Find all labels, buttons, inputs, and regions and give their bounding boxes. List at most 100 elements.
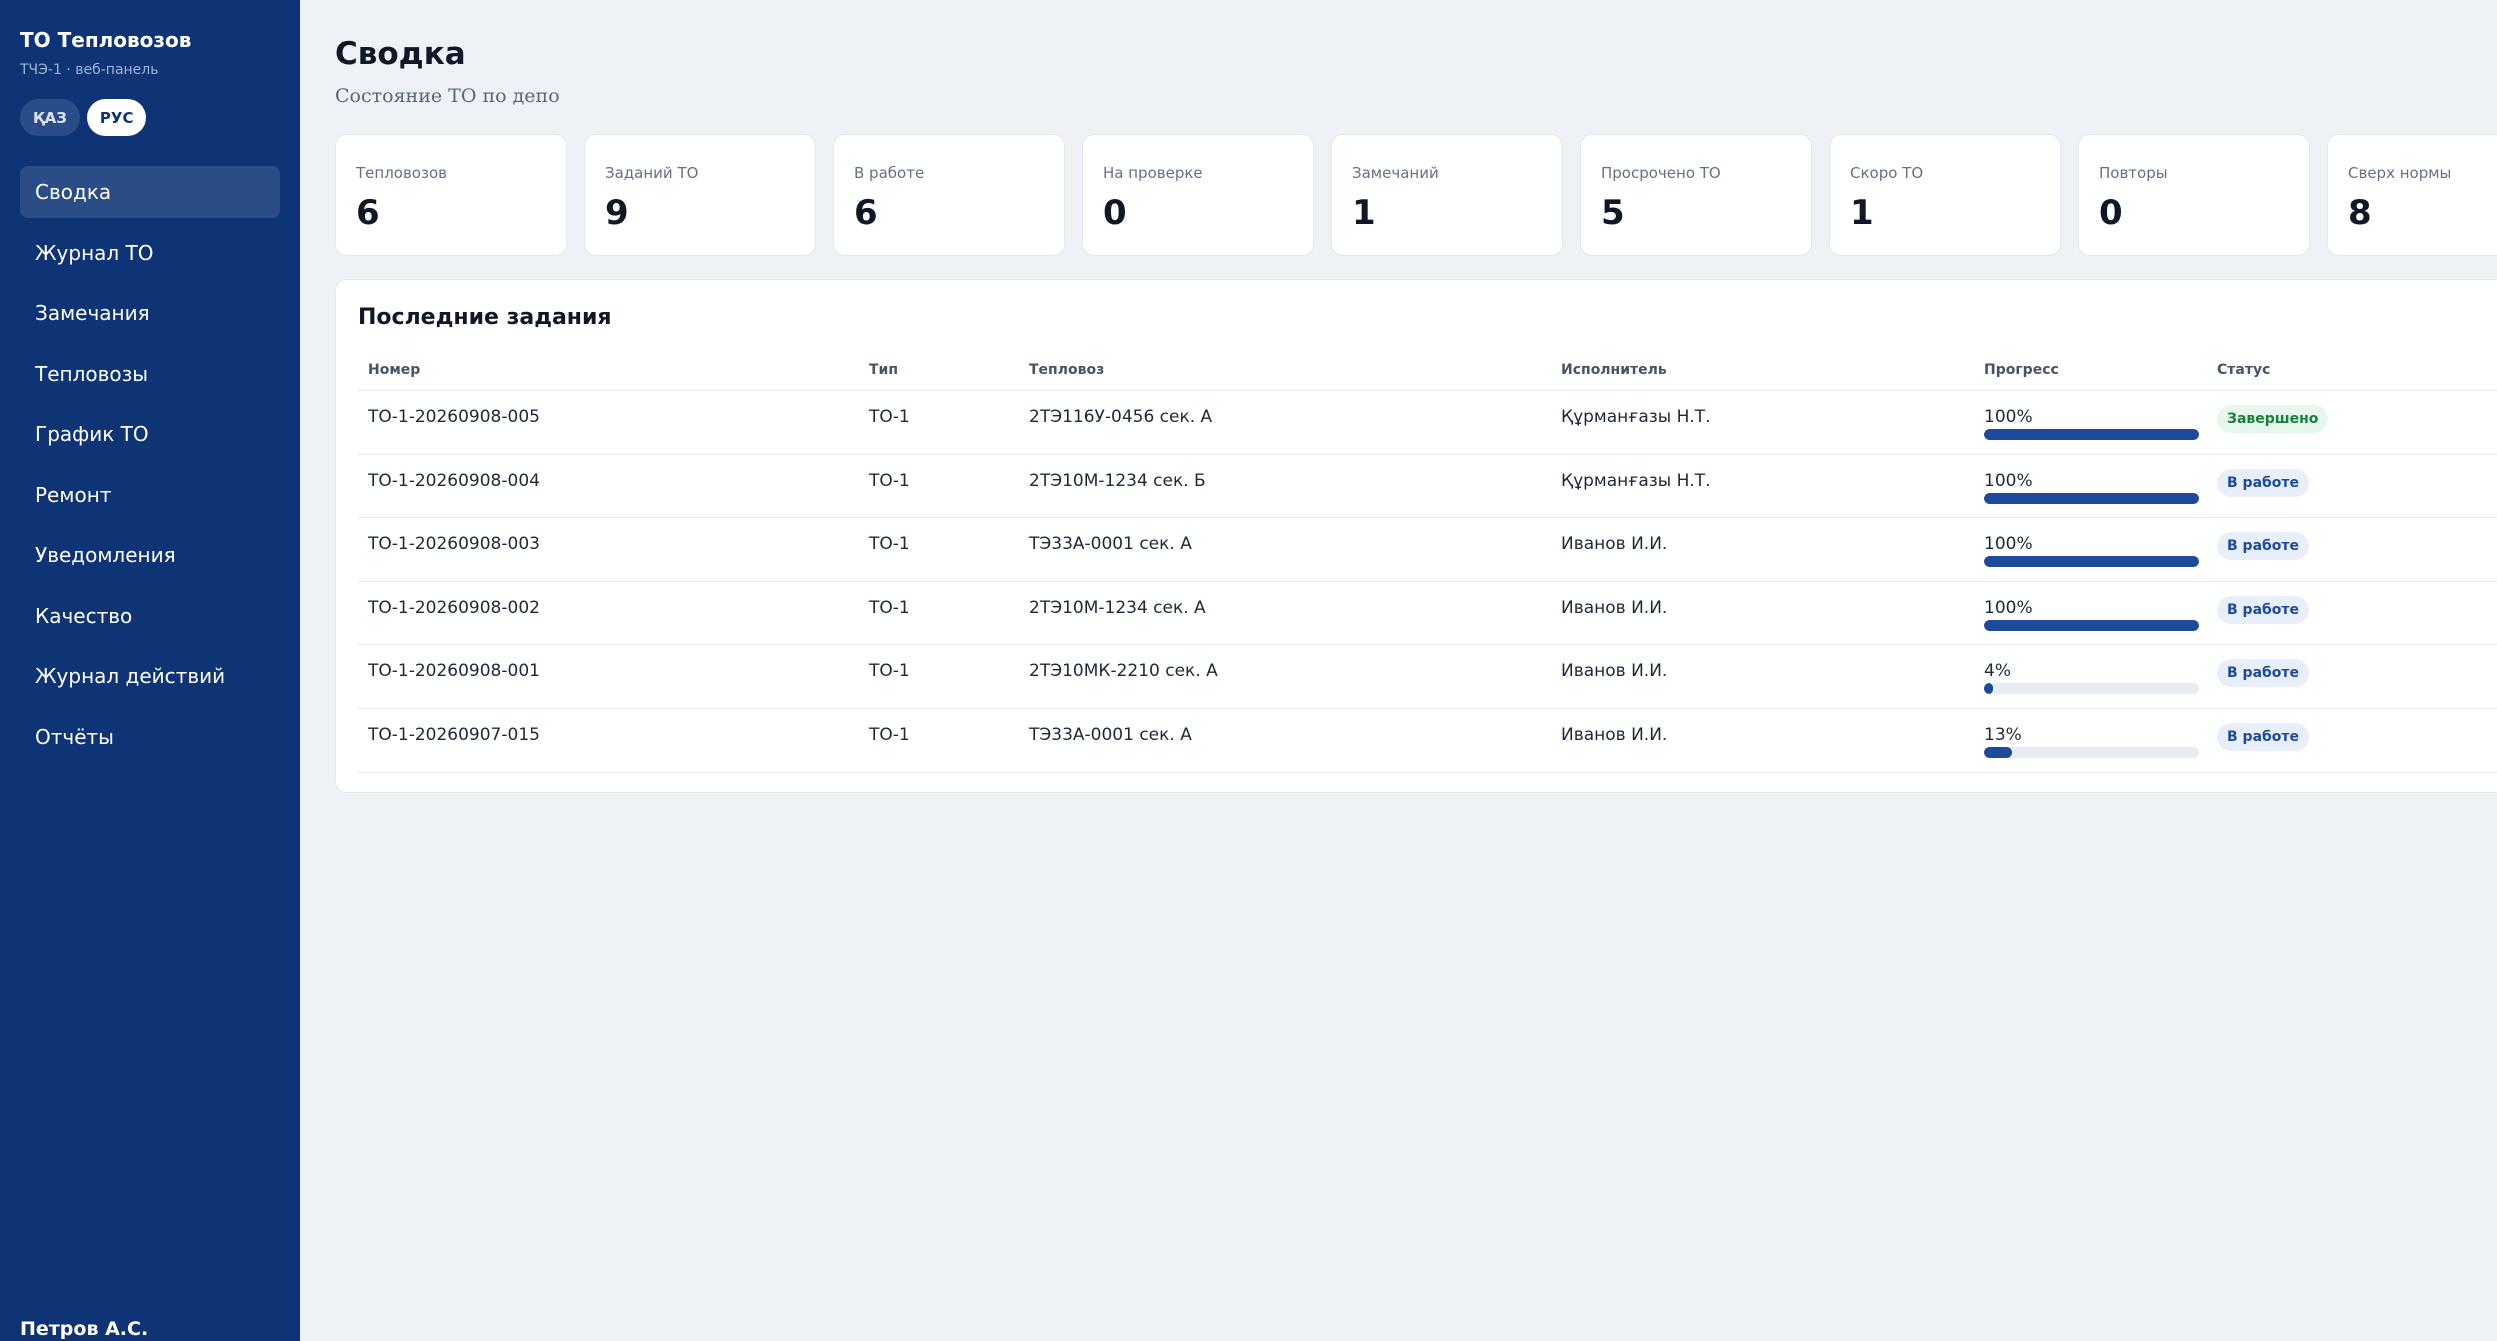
stat-label: Заданий ТО (605, 164, 699, 182)
column-header-executor[interactable]: Исполнитель (1561, 362, 1667, 378)
column-header-number[interactable]: Номер (368, 362, 420, 378)
progress-bar (1984, 683, 2199, 695)
task-type: ТО-1 (869, 407, 910, 427)
progress-bar (1984, 429, 2199, 440)
task-type: ТО-1 (869, 597, 910, 618)
sidebar-item-remarks[interactable]: Замечания (20, 287, 280, 339)
task-number[interactable]: ТО-1-20260908-004 (368, 455, 540, 491)
sidebar-nav: Сводка Журнал ТО Замечания Тепловозы Гра… (20, 166, 280, 771)
stat-card-in-progress: В работе 6 (833, 134, 1065, 256)
table-row[interactable]: ТО-1-20260908-004 ТО-1 2ТЭ10М-1234 сек. … (358, 455, 2497, 519)
stat-label: Просрочено ТО (1601, 164, 1721, 182)
app-subtitle: ТЧЭ-1 · веб-панель (20, 62, 159, 78)
task-locomotive: 2ТЭ10М-1234 сек. А (1029, 597, 1206, 618)
sidebar-item-schedule[interactable]: График ТО (20, 408, 280, 460)
stat-card-soon: Скоро ТО 1 (1829, 134, 2061, 256)
sidebar-item-quality[interactable]: Качество (20, 590, 280, 642)
task-executor: Иванов И.И. (1561, 724, 1668, 745)
recent-tasks-panel: Последние задания Номер Тип Тепловоз Исп… (335, 279, 2497, 793)
column-header-status[interactable]: Статус (2217, 362, 2270, 378)
sidebar-item-notifications[interactable]: Уведомления (20, 529, 280, 581)
progress-fill (1984, 746, 2012, 758)
progress-value: 100% (1984, 534, 2033, 555)
sidebar-item-maintenance-log[interactable]: Журнал ТО (20, 227, 280, 279)
stat-card-locomotives: Тепловозов 6 (335, 134, 567, 256)
progress-value: 100% (1984, 470, 2033, 491)
task-progress: 100% (1984, 518, 2199, 568)
stat-card-repeats: Повторы 0 (2078, 134, 2310, 256)
task-progress: 100% (1984, 455, 2199, 504)
task-locomotive: ТЭ33А-0001 сек. А (1029, 724, 1192, 745)
task-locomotive: 2ТЭ10М-1234 сек. Б (1029, 470, 1206, 491)
stat-value: 9 (605, 193, 629, 233)
table-row[interactable]: ТО-1-20260908-005 ТО-1 2ТЭ116У-0456 сек.… (358, 391, 2497, 455)
progress-bar (1984, 619, 2199, 631)
table-row[interactable]: ТО-1-20260908-002 ТО-1 2ТЭ10М-1234 сек. … (358, 582, 2497, 646)
progress-value: 100% (1984, 407, 2033, 427)
task-type: ТО-1 (869, 661, 910, 682)
page-subtitle: Состояние ТО по депо (335, 85, 560, 107)
sidebar-item-summary[interactable]: Сводка (20, 166, 280, 218)
stat-card-overdue: Просрочено ТО 5 (1580, 134, 1812, 256)
task-status: В работе (2217, 582, 2310, 624)
progress-value: 100% (1984, 597, 2033, 618)
task-executor: Құрманғазы Н.Т. (1561, 470, 1711, 491)
lang-rus-button[interactable]: РУС (86, 99, 147, 136)
table-row[interactable]: ТО-1-20260908-003 ТО-1 ТЭ33А-0001 сек. А… (358, 518, 2497, 582)
stat-value: 5 (1601, 193, 1625, 233)
column-header-type[interactable]: Тип (869, 362, 898, 378)
task-number[interactable]: ТО-1-20260908-003 (368, 518, 540, 554)
stat-label: Скоро ТО (1850, 164, 1924, 182)
stat-card-tasks: Заданий ТО 9 (584, 134, 816, 256)
task-progress: 13% (1984, 709, 2199, 758)
task-status: В работе (2217, 709, 2310, 751)
page-title: Сводка (335, 36, 466, 72)
table-header: Номер Тип Тепловоз Исполнитель Прогресс … (358, 350, 2497, 391)
current-user[interactable]: Петров А.С. (20, 1318, 148, 1340)
stat-value: 6 (854, 193, 878, 233)
progress-value: 4% (1984, 661, 2011, 682)
stat-value: 6 (356, 193, 380, 233)
task-number[interactable]: ТО-1-20260907-015 (368, 709, 540, 745)
column-header-locomotive[interactable]: Тепловоз (1029, 362, 1104, 378)
stat-card-remarks: Замечаний 1 (1331, 134, 1563, 256)
lang-kaz-button[interactable]: ҚАЗ (20, 99, 80, 136)
column-header-progress[interactable]: Прогресс (1984, 362, 2059, 378)
task-type: ТО-1 (869, 534, 910, 555)
sidebar-item-repair[interactable]: Ремонт (20, 469, 280, 521)
stat-label: Повторы (2099, 164, 2168, 182)
status-badge: В работе (2217, 468, 2310, 497)
status-badge: В работе (2217, 659, 2310, 688)
task-executor: Иванов И.И. (1561, 534, 1668, 555)
task-number[interactable]: ТО-1-20260908-002 (368, 582, 540, 618)
task-number[interactable]: ТО-1-20260908-001 (368, 645, 540, 681)
task-type: ТО-1 (869, 470, 910, 491)
sidebar: ТО Тепловозов ТЧЭ-1 · веб-панель ҚАЗ РУС… (0, 0, 300, 1341)
progress-value: 13% (1984, 724, 2022, 745)
task-status: Завершено (2217, 391, 2329, 433)
sidebar-item-locomotives[interactable]: Тепловозы (20, 348, 280, 400)
stat-card-over-norm: Сверх нормы 8 (2327, 134, 2497, 256)
stat-value: 1 (1352, 193, 1376, 233)
task-number[interactable]: ТО-1-20260908-005 (368, 391, 540, 427)
stat-value: 0 (1103, 193, 1127, 233)
table-row[interactable]: ТО-1-20260907-015 ТО-1 ТЭ33А-0001 сек. А… (358, 709, 2497, 773)
language-switch: ҚАЗ РУС (20, 99, 147, 136)
status-badge: В работе (2217, 722, 2310, 751)
task-status: В работе (2217, 518, 2310, 561)
sidebar-item-reports[interactable]: Отчёты (20, 711, 280, 763)
app-title: ТО Тепловозов (20, 28, 192, 52)
stat-card-review: На проверке 0 (1082, 134, 1314, 256)
stat-label: Тепловозов (356, 164, 447, 182)
progress-fill (1984, 492, 2199, 504)
task-type: ТО-1 (869, 724, 910, 745)
task-locomotive: 2ТЭ116У-0456 сек. А (1029, 407, 1213, 427)
table-row[interactable]: ТО-1-20260908-001 ТО-1 2ТЭ10МК-2210 сек.… (358, 645, 2497, 709)
progress-bar (1984, 746, 2199, 758)
progress-fill (1984, 556, 2199, 568)
stat-cards: Тепловозов 6 Заданий ТО 9 В работе 6 На … (335, 134, 2497, 256)
status-badge: В работе (2217, 532, 2310, 561)
task-locomotive: 2ТЭ10МК-2210 сек. А (1029, 661, 1218, 682)
sidebar-item-action-log[interactable]: Журнал действий (20, 650, 280, 702)
stat-label: В работе (854, 164, 925, 182)
